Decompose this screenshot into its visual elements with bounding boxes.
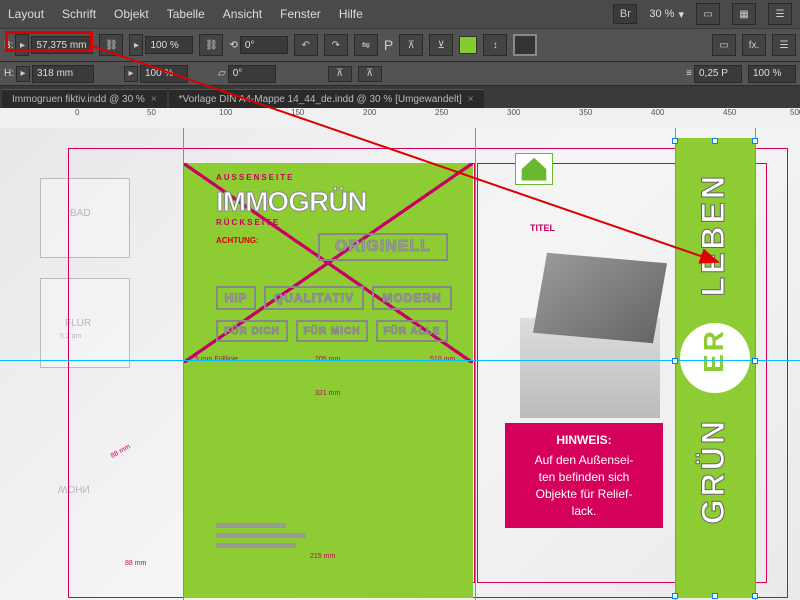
zoom-level[interactable]: 30 % ▾ (649, 8, 684, 21)
label-titel: TITEL (530, 223, 555, 233)
hinweis-line: Objekte für Relief- (536, 486, 633, 503)
control-panel-row2: H:▸ ▸ ▱ ⊼ ⊼ ≡ (0, 62, 800, 86)
menu-objekt[interactable]: Objekt (114, 7, 149, 21)
vert-gruen[interactable]: GRÜN (695, 418, 732, 524)
box-hip[interactable]: HIP (216, 286, 256, 310)
ruler-tick: 250 (435, 108, 448, 117)
stroke-weight-input[interactable] (694, 65, 742, 83)
height-stepper[interactable]: ▸ (16, 66, 30, 82)
menu-hilfe[interactable]: Hilfe (339, 7, 363, 21)
ruler-tick: 500 (790, 108, 800, 117)
ruler-tick: 200 (363, 108, 376, 117)
dim-label: 215 mm (310, 553, 335, 560)
menu-layout[interactable]: Layout (8, 7, 44, 21)
scalex-stepper[interactable]: ▸ (129, 34, 143, 56)
rotate-cw-icon[interactable]: ↷ (324, 34, 348, 56)
flip-h-icon[interactable]: ⇋ (354, 34, 378, 56)
menu-fenster[interactable]: Fenster (280, 7, 321, 21)
document-tabs: Immogruen fiktiv.indd @ 30 %× *Vorlage D… (0, 86, 800, 108)
view-mode-icon[interactable]: ▭ (696, 3, 720, 25)
box-fuermich[interactable]: FÜR MICH (296, 320, 368, 342)
label-achtung: ACHTUNG: (216, 236, 259, 245)
link2-icon[interactable]: ⛓ (199, 34, 223, 56)
hinweis-title: HINWEIS: (556, 432, 611, 449)
shear-icon: ▱ (218, 68, 226, 79)
arrange-icon[interactable]: ☰ (768, 3, 792, 25)
swap-icon[interactable]: ↕ (483, 34, 507, 56)
path-1-icon[interactable]: ⊼ (399, 34, 423, 56)
dim-label: 321 mm (315, 390, 340, 397)
path-4-icon[interactable]: ⊼ (358, 66, 382, 82)
point-type-icon[interactable]: P (384, 37, 393, 53)
opacity-input[interactable] (748, 65, 796, 83)
scaley-input[interactable] (140, 65, 188, 83)
height-input[interactable] (32, 65, 94, 83)
hinweis-line: Auf den Außensei- (535, 452, 634, 469)
house-render (480, 248, 680, 448)
scaley-stepper[interactable]: ▸ (124, 66, 138, 82)
menu-tabelle[interactable]: Tabelle (167, 7, 205, 21)
box-modern[interactable]: MODERN (372, 286, 452, 310)
stroke-swatch[interactable] (513, 34, 537, 56)
fx-button[interactable]: fx. (742, 34, 766, 56)
box-fuerdich[interactable]: FÜR DICH (216, 320, 288, 342)
close-icon[interactable]: × (151, 94, 157, 105)
menu-expand-icon[interactable]: ☰ (772, 34, 796, 56)
house-icon (516, 154, 552, 184)
menu-ansicht[interactable]: Ansicht (223, 7, 262, 21)
control-panel-row1: B:▸ ⛓ ▸ ⛓ ⟲ ↶ ↷ ⇋ P ⊼ ⊻ ↕ ▭ fx. ☰ (0, 28, 800, 62)
rotate-icon: ⟲ (229, 40, 237, 51)
hinweis-line: lack. (572, 503, 597, 520)
vert-er[interactable]: ER (698, 328, 730, 373)
rotate-input[interactable] (240, 36, 288, 54)
label-rueckseite: RÜCKSEITE (216, 218, 280, 227)
box-qualitativ[interactable]: QUALITATIV (264, 286, 364, 310)
menubar: Layout Schrift Objekt Tabelle Ansicht Fe… (0, 0, 800, 28)
ruler-tick: 0 (75, 108, 79, 117)
label-aussenseite: AUSSENSEITE (216, 173, 294, 182)
stroke-weight-icon: ≡ (686, 68, 692, 79)
ruler-tick: 350 (579, 108, 592, 117)
rotate-ccw-icon[interactable]: ↶ (294, 34, 318, 56)
height-label: H: (4, 68, 14, 79)
box-fueralle[interactable]: FÜR ALLE (376, 320, 448, 342)
bridge-button[interactable]: Br (613, 4, 637, 24)
annotation-highlight-box (5, 31, 93, 52)
ruler-tick: 300 (507, 108, 520, 117)
scalex-input[interactable] (145, 36, 193, 54)
ruler-tick: 450 (723, 108, 736, 117)
link-icon[interactable]: ⛓ (99, 34, 123, 56)
tab-immogruen[interactable]: Immogruen fiktiv.indd @ 30 %× (2, 89, 167, 108)
hinweis-line: ten befinden sich (539, 469, 630, 486)
menu-schrift[interactable]: Schrift (62, 7, 96, 21)
fill-swatch[interactable] (459, 36, 477, 54)
ruler-horizontal[interactable]: 0 50 100 150 200 250 300 350 400 450 500 (0, 108, 800, 128)
ruler-tick: 150 (291, 108, 304, 117)
path-3-icon[interactable]: ⊼ (328, 66, 352, 82)
canvas[interactable]: BAD FLUR 5,2 qm WOHN AUSSENSEITE IMMOGRÜ… (0, 128, 800, 600)
vert-leben[interactable]: LEBEN (695, 173, 732, 296)
box-originell[interactable]: ORIGINELL (318, 233, 448, 261)
ruler-tick: 400 (651, 108, 664, 117)
title-immogruen[interactable]: IMMOGRÜN (216, 186, 367, 218)
hinweis-box[interactable]: HINWEIS: Auf den Außensei- ten befinden … (505, 423, 663, 528)
screen-mode-icon[interactable]: ▦ (732, 3, 756, 25)
close-icon[interactable]: × (468, 94, 474, 105)
shear-input[interactable] (228, 65, 276, 83)
logo-badge[interactable] (515, 153, 553, 185)
tab-vorlage[interactable]: *Vorlage DIN A4-Mappe 14_44_de.indd @ 30… (169, 89, 484, 108)
ruler-tick: 100 (219, 108, 232, 117)
effects-icon[interactable]: ▭ (712, 34, 736, 56)
ruler-tick: 50 (147, 108, 156, 117)
dim-label: 88 mm (125, 560, 146, 567)
path-2-icon[interactable]: ⊻ (429, 34, 453, 56)
